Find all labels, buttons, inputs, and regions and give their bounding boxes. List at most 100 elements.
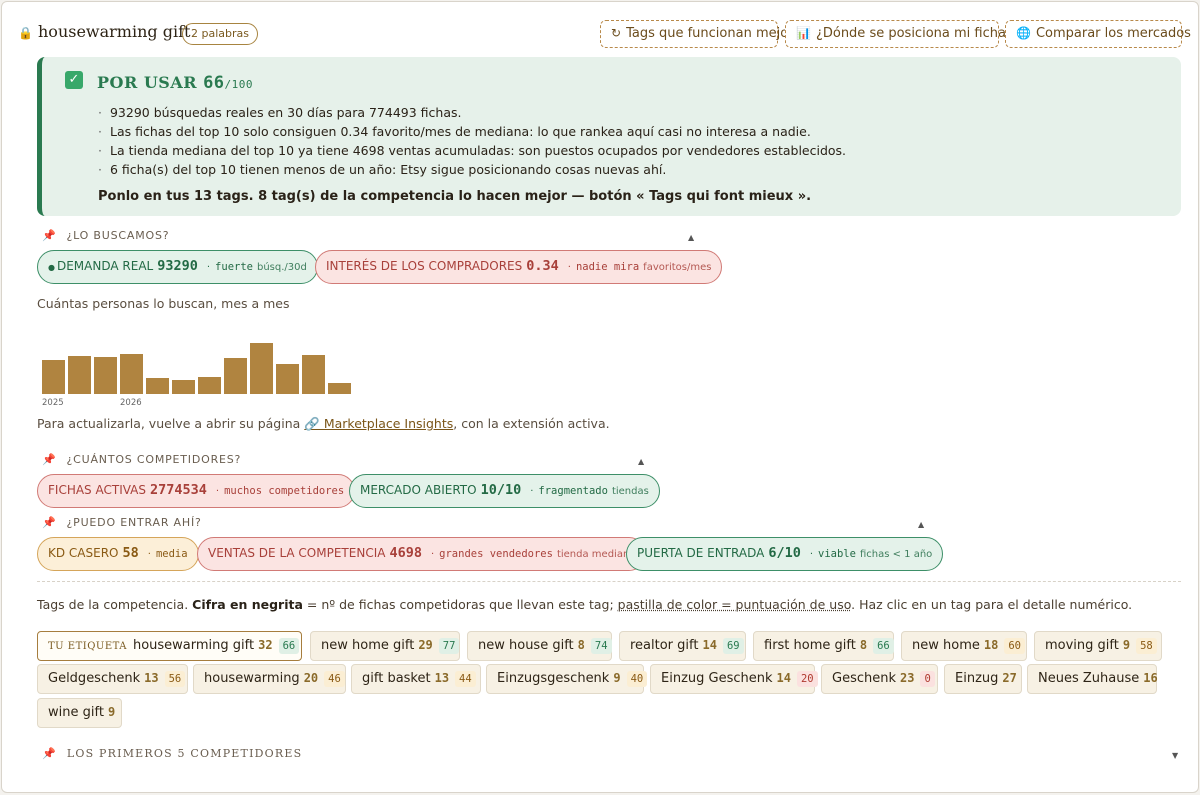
tag-count: 9 (613, 671, 621, 685)
tag-text: housewarming gift (132, 638, 255, 653)
verdict-label: POR USAR (97, 73, 198, 92)
ranking-button[interactable]: 📊 ¿Dónde se posiciona mi ficha? (785, 20, 1013, 48)
chart-bar (224, 358, 247, 394)
competitor-tag-chip[interactable]: housewarming 20 46 (193, 664, 346, 694)
chart-bar (250, 343, 273, 394)
pin-icon: 📌 (42, 453, 57, 466)
expand-caret-icon[interactable]: ▼ (1172, 751, 1178, 760)
competitor-tag-chip[interactable]: moving gift 9 58 (1034, 631, 1162, 661)
tag-text: first home gift (764, 638, 856, 653)
tag-count: 27 (1002, 671, 1017, 685)
chart-bar (302, 355, 325, 394)
page-title: housewarming gift (38, 22, 191, 41)
tag-score-badge: 44 (455, 671, 476, 687)
tag-score-badge: 66 (278, 638, 300, 654)
competitor-tag-chip[interactable]: first home gift 8 66 (753, 631, 894, 661)
chart-bar (68, 356, 91, 394)
competitor-tag-chip[interactable]: Geldgeschenk 13 56 (37, 664, 188, 694)
tag-count: 9 (1122, 638, 1131, 652)
collapse-caret-icon[interactable]: ▲ (918, 520, 924, 529)
competitor-tag-chip[interactable]: Einzugsgeschenk 9 40 (486, 664, 648, 694)
pill-open-market[interactable]: MERCADO ABIERTO 10/10 · fragmentado tiendas (349, 474, 660, 508)
tag-score-badge: 77 (438, 638, 460, 654)
refresh-icon: ↻ (611, 26, 622, 40)
tag-text: realtor gift (630, 638, 699, 653)
collapse-caret-icon[interactable]: ▲ (638, 457, 644, 466)
compare-markets-label: Comparar los mercados (1035, 26, 1191, 41)
tag-text: new home gift (321, 638, 415, 653)
chart-bar (276, 364, 299, 394)
competitor-tag-chip[interactable]: new house gift 8 74 (467, 631, 612, 661)
chart-bar (198, 377, 221, 394)
tag-text: gift basket (362, 671, 431, 686)
pill-entry-door[interactable]: PUERTA DE ENTRADA 6/10 · viable fichas < 1 a… (626, 537, 944, 571)
competitor-tag-chip[interactable]: Einzug 27 (944, 664, 1022, 694)
tag-text: moving gift (1045, 638, 1119, 653)
app-frame: 🔒 housewarming gift 2 palabras ↻ Tags que… (1, 1, 1199, 793)
pill-demand[interactable]: ● DEMANDA REAL 93290 · fuerte búsq./30d (37, 250, 318, 284)
lock-icon: 🔒 (18, 26, 33, 40)
competitor-tag-chip[interactable]: gift basket 13 44 (351, 664, 481, 694)
tag-count: 14 (702, 638, 717, 652)
tag-text: wine gift (48, 705, 104, 720)
pill-interest[interactable]: INTERÉS DE LOS COMPRADORES 0.34 · nadie mir… (315, 250, 723, 284)
competitor-tag-chip[interactable]: wine gift 9 (37, 698, 122, 728)
check-icon: ✓ (65, 71, 83, 89)
header: 🔒 housewarming gift 2 palabras ↻ Tags que… (16, 20, 1191, 48)
chart-bar (328, 383, 351, 394)
tag-score-badge: 58 (1136, 638, 1157, 654)
best-tags-button[interactable]: ↻ Tags que funcionan mejor (600, 20, 794, 48)
section-entry-header[interactable]: 📌 ¿PUEDO ENTRAR AHÍ? (42, 516, 202, 529)
pill-competitor-sales[interactable]: VENTAS DE LA COMPETENCIA 4698 · grandes ven… (197, 537, 647, 571)
tag-text: Geschenk (832, 671, 896, 686)
chart-x-tick-label: 2026 (120, 398, 142, 408)
chart-bar (146, 378, 169, 394)
tag-count: 8 (859, 638, 868, 652)
competitor-tag-chip[interactable]: new home 18 60 (901, 631, 1027, 661)
tag-text: new home (912, 638, 980, 653)
verdict-bullet: · La tienda mediana del top 10 ya tiene 4… (98, 143, 847, 158)
section-search-header[interactable]: 📌 ¿LO BUSCAMOS? (42, 229, 169, 242)
tag-text: Neues Zuhause (1038, 671, 1140, 686)
tag-text: Einzug Geschenk (661, 671, 773, 686)
competitor-tag-chip[interactable]: Einzug Geschenk 14 20 (650, 664, 818, 694)
best-tags-label: Tags que funcionan mejor (626, 26, 794, 41)
competitor-tag-chip[interactable]: Neues Zuhause 16 (1027, 664, 1158, 694)
tags-legend: Tags de la competencia. Cifra en negrita… (37, 597, 1133, 612)
pill-kd[interactable]: KD CASERO 58 · media (37, 537, 199, 571)
competitor-tag-chip[interactable]: realtor gift 14 69 (619, 631, 746, 661)
section-top5-header[interactable]: 📌 LOS PRIMEROS 5 COMPETIDORES (42, 747, 302, 760)
section-competitors-header[interactable]: 📌 ¿CUÁNTOS COMPETIDORES? (42, 453, 241, 466)
chart-bar (94, 357, 117, 394)
collapse-caret-icon[interactable]: ▲ (688, 233, 694, 242)
tag-text: Einzugsgeschenk (497, 671, 610, 686)
tag-count: 20 (303, 671, 319, 685)
tag-count: 16 (1143, 671, 1158, 685)
tag-count: 23 (900, 671, 915, 685)
tag-score-badge: 40 (626, 671, 648, 687)
marketplace-insights-link[interactable]: 🔗 Marketplace Insights (304, 416, 453, 431)
tag-score-badge: 69 (722, 638, 744, 654)
verdict-max: /100 (224, 78, 254, 91)
compare-markets-button[interactable]: 🌐 Comparar los mercados (1005, 20, 1191, 48)
competitor-tag-chip[interactable]: new home gift 29 77 (310, 631, 460, 661)
tag-score-badge: 74 (590, 638, 612, 654)
tag-count: 14 (776, 671, 791, 685)
my-tag-chip[interactable]: TU ETIQUETA housewarming gift 32 66 (37, 631, 302, 661)
verdict-title: POR USAR 66/100 (97, 73, 253, 93)
pin-icon: 📌 (42, 747, 57, 760)
tag-text: Geldgeschenk (48, 671, 141, 686)
tag-count: 18 (983, 638, 999, 652)
pin-icon: 📌 (42, 516, 57, 529)
tag-count: 32 (258, 638, 273, 652)
tag-count: 8 (577, 638, 585, 652)
competitor-tag-chip[interactable]: Geschenk 23 0 (821, 664, 938, 694)
verdict-bullet: · Las fichas del top 10 solo consiguen 0.… (98, 124, 811, 139)
tag-count: 13 (144, 671, 159, 685)
chart-x-tick-label: 2025 (42, 398, 64, 408)
verdict-score: 66 (203, 73, 225, 93)
tag-score-badge: 60 (1004, 638, 1025, 654)
tag-text: new house gift (478, 638, 574, 653)
pill-active-listings[interactable]: FICHAS ACTIVAS 2774534 · muchos competidore… (37, 474, 356, 508)
pin-icon: 📌 (42, 229, 57, 242)
